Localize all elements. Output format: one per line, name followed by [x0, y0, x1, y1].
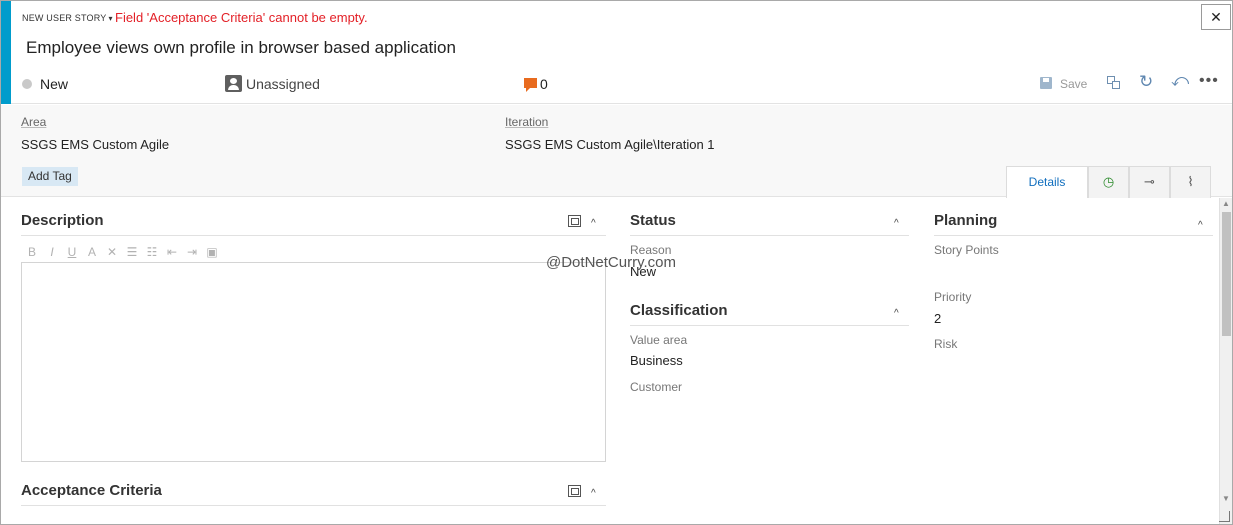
- assigned-to-field[interactable]: Unassigned: [246, 76, 320, 92]
- resize-grip-icon[interactable]: [1217, 509, 1231, 523]
- add-tag-button[interactable]: Add Tag: [22, 167, 78, 186]
- italic-icon[interactable]: I: [45, 245, 59, 259]
- highlight-icon[interactable]: A: [85, 245, 99, 259]
- collapse-chevron-icon[interactable]: ^: [894, 308, 899, 319]
- collapse-chevron-icon[interactable]: ^: [894, 218, 899, 229]
- maximize-icon[interactable]: [568, 215, 581, 227]
- collapse-chevron-icon[interactable]: ^: [591, 218, 596, 229]
- outdent-icon[interactable]: ⇤: [165, 245, 179, 259]
- work-item-form: Description ^ B I U A ✕ ☰ ☷ ⇤ ⇥ ▣ Accept…: [1, 198, 1219, 524]
- status-title: Status: [630, 212, 676, 229]
- tab-links[interactable]: ⊸: [1129, 166, 1170, 198]
- underline-icon[interactable]: U: [65, 245, 79, 259]
- indent-icon[interactable]: ⇥: [185, 245, 199, 259]
- description-divider: [21, 235, 606, 236]
- priority-label: Priority: [934, 290, 972, 304]
- clear-format-icon[interactable]: ✕: [105, 245, 119, 259]
- save-icon: [1040, 77, 1052, 89]
- work-item-tabs: Details ◷ ⊸ ⌇: [1006, 166, 1211, 199]
- refresh-icon[interactable]: ↻: [1139, 73, 1153, 91]
- save-button[interactable]: Save: [1060, 77, 1087, 91]
- copy-icon[interactable]: [1107, 76, 1121, 90]
- scroll-thumb[interactable]: [1222, 212, 1231, 336]
- description-title: Description: [21, 212, 104, 229]
- image-icon[interactable]: ▣: [205, 245, 219, 259]
- bullet-list-icon[interactable]: ☰: [125, 245, 139, 259]
- work-item-header: NEW USER STORY ▾ Field 'Acceptance Criter…: [11, 1, 1232, 104]
- form-scrollbar[interactable]: ▲ ▼: [1219, 198, 1232, 524]
- acceptance-divider: [21, 505, 606, 506]
- classification-divider: [630, 325, 909, 326]
- paperclip-icon: ⌇: [1187, 174, 1194, 189]
- acceptance-criteria-title: Acceptance Criteria: [21, 482, 162, 499]
- description-editor[interactable]: [21, 262, 606, 462]
- customer-label: Customer: [630, 380, 683, 394]
- state-indicator-icon: [22, 79, 32, 89]
- planning-divider: [934, 235, 1213, 236]
- validation-error-message: Field 'Acceptance Criteria' cannot be em…: [115, 10, 368, 25]
- tab-history[interactable]: ◷: [1088, 166, 1129, 198]
- copy-icon-front: [1112, 81, 1120, 89]
- maximize-icon[interactable]: [568, 485, 581, 497]
- priority-field[interactable]: 2: [934, 311, 941, 326]
- more-actions-icon[interactable]: •••: [1199, 72, 1219, 90]
- watermark-text: @DotNetCurry.com: [546, 254, 676, 271]
- area-iteration-panel: Area SSGS EMS Custom Agile Iteration SSG…: [1, 105, 1232, 199]
- tab-details[interactable]: Details: [1006, 166, 1088, 199]
- iteration-label: Iteration: [505, 115, 549, 129]
- link-icon: ⊸: [1144, 174, 1155, 189]
- rich-text-toolbar: B I U A ✕ ☰ ☷ ⇤ ⇥ ▣: [25, 245, 219, 259]
- area-field[interactable]: SSGS EMS Custom Agile: [21, 137, 169, 152]
- story-points-label: Story Points: [934, 243, 999, 257]
- state-dropdown[interactable]: New: [40, 76, 68, 92]
- classification-title: Classification: [630, 302, 728, 319]
- tab-attachments[interactable]: ⌇: [1170, 166, 1211, 198]
- collapse-chevron-icon[interactable]: ^: [1198, 220, 1203, 231]
- history-icon: ◷: [1102, 174, 1115, 189]
- work-item-color-bar: [1, 1, 11, 104]
- value-area-label: Value area: [630, 333, 688, 347]
- numbered-list-icon[interactable]: ☷: [145, 245, 159, 259]
- planning-title: Planning: [934, 212, 998, 229]
- work-item-title-input[interactable]: Employee views own profile in browser ba…: [26, 38, 456, 58]
- risk-label: Risk: [934, 337, 958, 351]
- work-item-type-label: NEW USER STORY: [22, 13, 107, 23]
- comment-count[interactable]: 0: [540, 76, 548, 92]
- scroll-down-icon[interactable]: ▼: [1222, 494, 1230, 503]
- comment-icon[interactable]: [524, 78, 537, 92]
- collapse-chevron-icon[interactable]: ^: [591, 488, 596, 499]
- work-item-dialog: NEW USER STORY ▾ Field 'Acceptance Criter…: [0, 0, 1233, 525]
- iteration-field[interactable]: SSGS EMS Custom Agile\Iteration 1: [505, 137, 715, 152]
- undo-icon[interactable]: ⤺: [1171, 72, 1189, 90]
- work-item-type-menu[interactable]: NEW USER STORY ▾: [22, 13, 113, 23]
- user-avatar-icon: [225, 75, 242, 92]
- area-label: Area: [21, 115, 47, 129]
- scroll-up-icon[interactable]: ▲: [1222, 199, 1230, 208]
- bold-icon[interactable]: B: [25, 245, 39, 259]
- close-button[interactable]: ✕: [1201, 4, 1231, 30]
- value-area-field[interactable]: Business: [630, 353, 683, 368]
- status-divider: [630, 235, 909, 236]
- chevron-down-icon: ▾: [108, 14, 113, 23]
